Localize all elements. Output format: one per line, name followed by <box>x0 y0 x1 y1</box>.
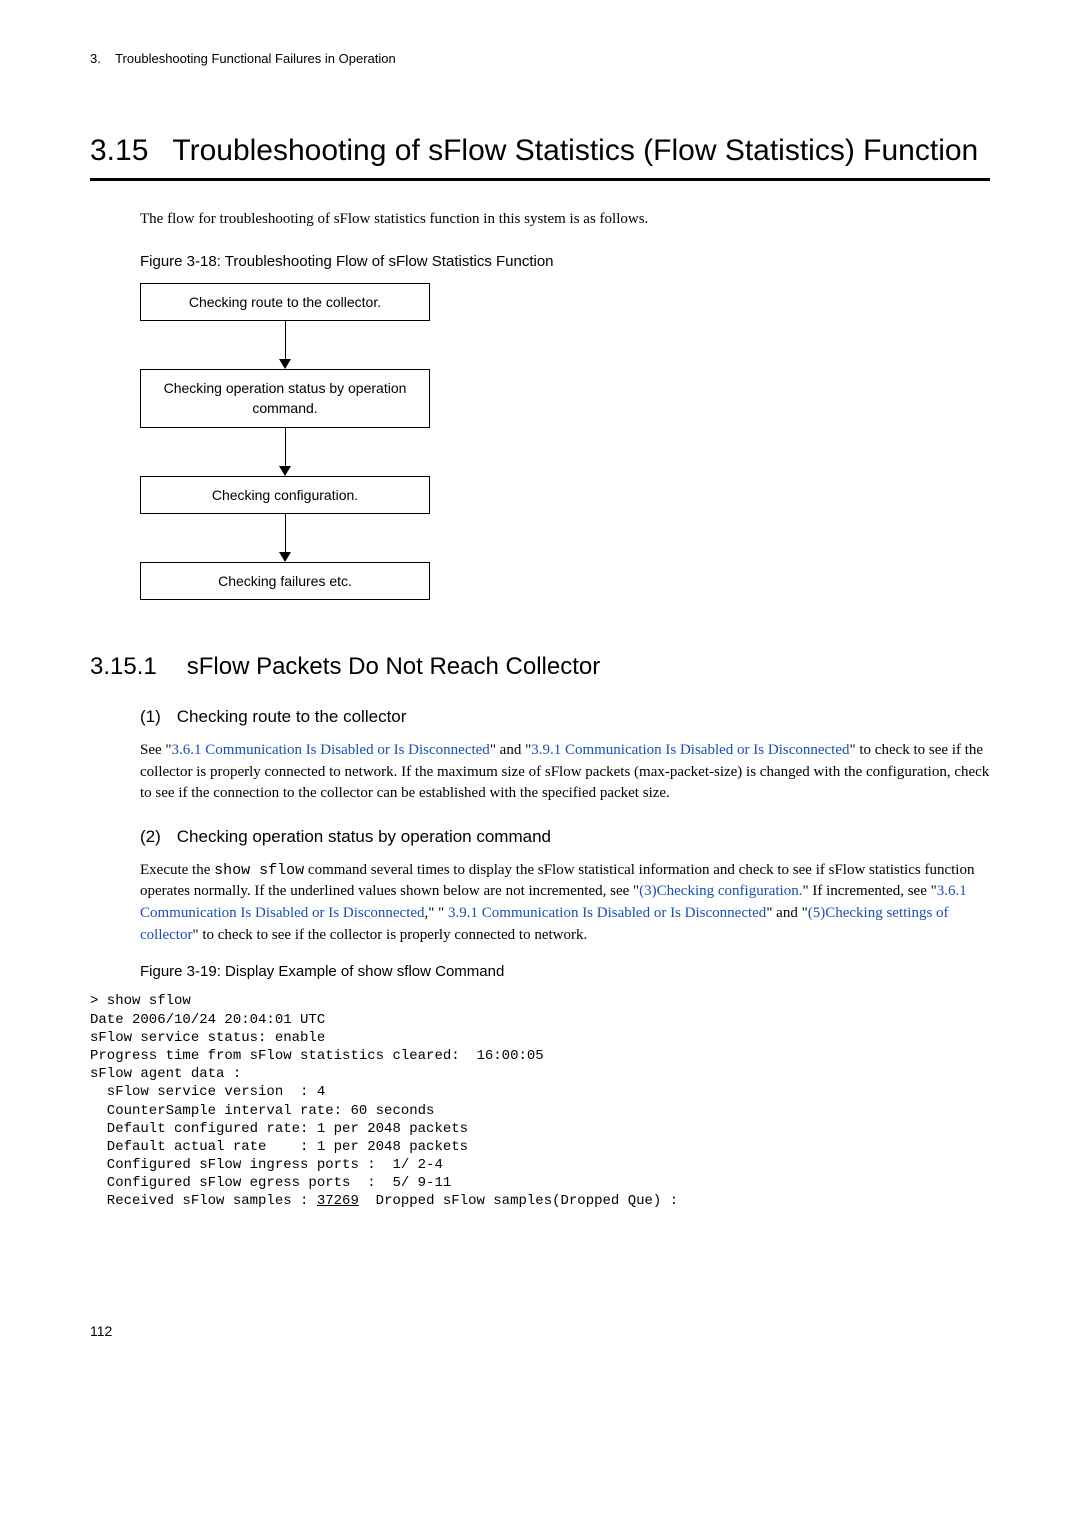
subsubsection-title: (2) Checking operation status by operati… <box>140 825 990 850</box>
flow-arrow <box>140 321 430 369</box>
section-heading-text: Troubleshooting of sFlow Statistics (Flo… <box>172 129 990 173</box>
flow-arrow <box>140 514 430 562</box>
inline-code: show sflow <box>214 862 304 879</box>
chapter-title: Troubleshooting Functional Failures in O… <box>115 51 396 66</box>
flow-box: Checking operation status by operation c… <box>140 369 430 428</box>
flow-box: Checking failures etc. <box>140 562 430 600</box>
intro-paragraph: The flow for troubleshooting of sFlow st… <box>140 209 990 231</box>
flow-box: Checking configuration. <box>140 476 430 514</box>
section-number: 3.15 <box>90 129 148 173</box>
subsection-heading-text: sFlow Packets Do Not Reach Collector <box>187 650 600 685</box>
section-title: 3.15 Troubleshooting of sFlow Statistics… <box>90 129 990 182</box>
page-number: 112 <box>90 1321 990 1341</box>
code-block: > show sflow Date 2006/10/24 20:04:01 UT… <box>90 992 990 1210</box>
paragraph: Execute the show sflow command several t… <box>140 860 990 947</box>
cross-reference-link[interactable]: 3.9.1 Communication Is Disabled or Is Di… <box>448 905 766 921</box>
page-header: 3. Troubleshooting Functional Failures i… <box>90 50 990 69</box>
subsub-heading-text: Checking route to the collector <box>177 705 407 730</box>
chapter-number: 3. <box>90 51 101 66</box>
flow-diagram: Checking route to the collector. Checkin… <box>140 283 990 600</box>
subsub-heading-text: Checking operation status by operation c… <box>177 825 551 850</box>
subsub-number: (1) <box>140 705 161 730</box>
subsection-title: 3.15.1 sFlow Packets Do Not Reach Collec… <box>90 650 990 685</box>
figure-caption: Figure 3-19: Display Example of show sfl… <box>140 961 990 983</box>
cross-reference-link[interactable]: 3.9.1 Communication Is Disabled or Is Di… <box>531 742 849 758</box>
subsubsection-title: (1) Checking route to the collector <box>140 705 990 730</box>
figure-caption: Figure 3-18: Troubleshooting Flow of sFl… <box>140 251 990 273</box>
cross-reference-link[interactable]: (3)Checking configuration. <box>639 883 802 899</box>
flow-box: Checking route to the collector. <box>140 283 430 321</box>
subsub-number: (2) <box>140 825 161 850</box>
subsection-number: 3.15.1 <box>90 650 157 685</box>
flow-arrow <box>140 428 430 476</box>
paragraph: See "3.6.1 Communication Is Disabled or … <box>140 740 990 805</box>
underlined-value: 37269 <box>317 1193 359 1209</box>
cross-reference-link[interactable]: 3.6.1 Communication Is Disabled or Is Di… <box>172 742 490 758</box>
